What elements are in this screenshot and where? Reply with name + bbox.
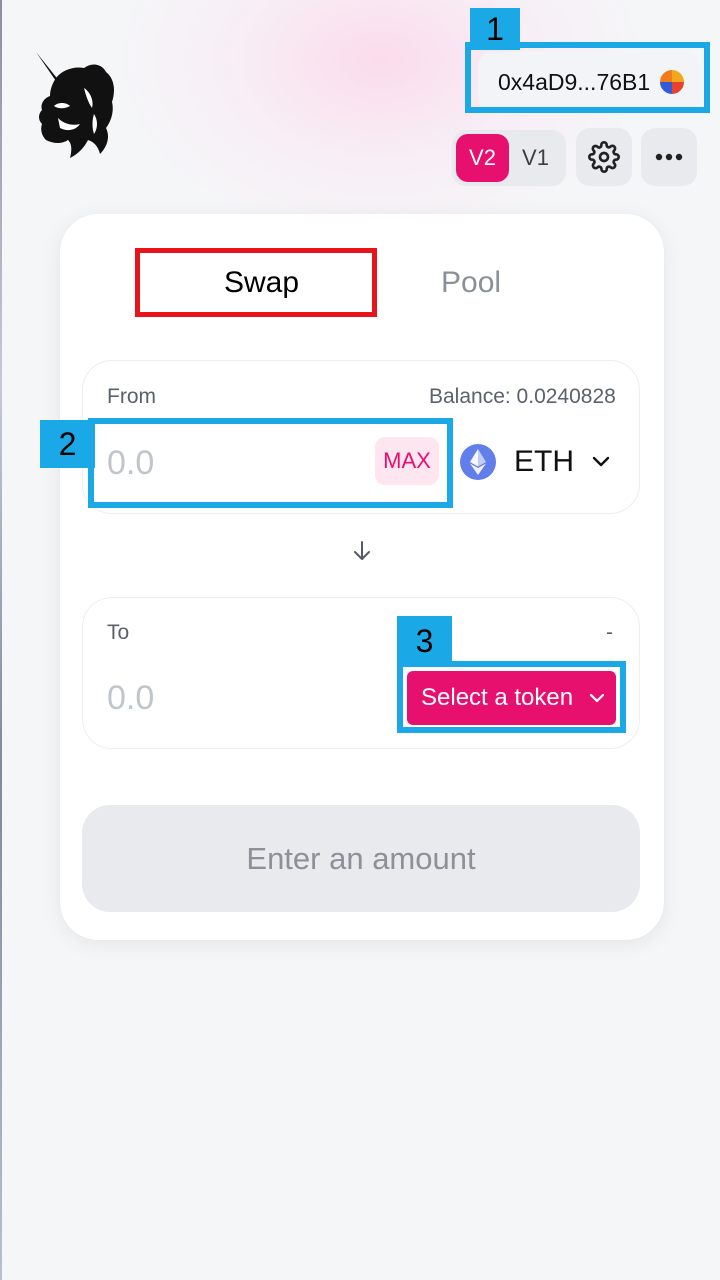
settings-button[interactable] bbox=[576, 128, 632, 186]
more-button[interactable] bbox=[641, 128, 697, 186]
from-label: From bbox=[107, 385, 156, 408]
annotation-label-3: 3 bbox=[397, 616, 452, 666]
version-v2-button[interactable]: V2 bbox=[456, 134, 509, 182]
from-balance: Balance: 0.0240828 bbox=[429, 385, 616, 408]
eth-icon bbox=[460, 444, 496, 480]
annotation-label-1: 1 bbox=[470, 8, 520, 50]
enter-amount-button[interactable]: Enter an amount bbox=[82, 805, 640, 912]
annotation-box-1 bbox=[465, 42, 710, 113]
to-label: To bbox=[107, 621, 130, 644]
version-toggle[interactable]: V2 V1 bbox=[452, 130, 566, 186]
swap-direction-button[interactable] bbox=[350, 536, 374, 571]
annotation-label-2: 2 bbox=[40, 420, 95, 468]
background-glow bbox=[120, 0, 640, 240]
window-edge bbox=[0, 0, 2, 1280]
from-token-select[interactable]: ETH bbox=[460, 438, 610, 486]
swap-tab-highlight bbox=[135, 248, 377, 317]
more-dots-icon bbox=[655, 153, 683, 161]
annotation-box-3 bbox=[397, 661, 626, 733]
to-amount-input[interactable]: 0.0 bbox=[107, 679, 154, 718]
settings-gear-icon bbox=[588, 141, 620, 173]
chevron-down-icon bbox=[592, 456, 610, 467]
to-balance: - bbox=[606, 621, 613, 644]
annotation-box-2 bbox=[88, 418, 453, 508]
uniswap-logo[interactable] bbox=[28, 48, 118, 163]
from-token-symbol: ETH bbox=[514, 445, 574, 478]
version-v1-button[interactable]: V1 bbox=[509, 134, 562, 182]
tab-pool[interactable]: Pool bbox=[441, 266, 501, 300]
arrow-down-icon bbox=[354, 541, 370, 560]
